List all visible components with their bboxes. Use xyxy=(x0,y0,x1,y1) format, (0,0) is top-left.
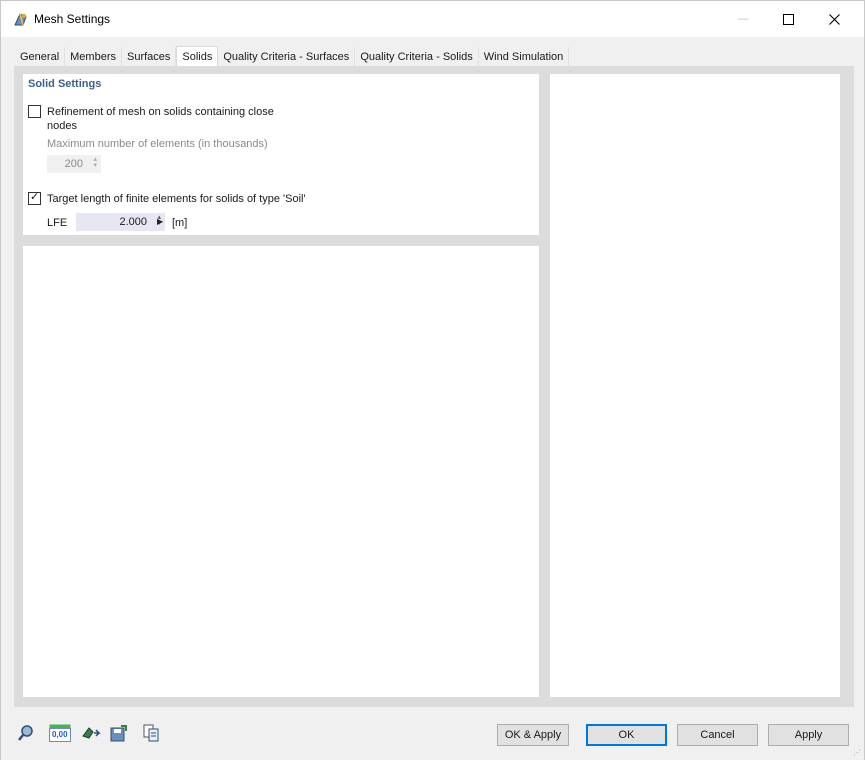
minimize-icon: — xyxy=(737,13,749,25)
section-title: Solid Settings xyxy=(28,78,102,90)
tab-surfaces[interactable]: Surfaces xyxy=(121,47,177,67)
ok-button[interactable]: OK xyxy=(586,724,667,746)
lower-empty-panel xyxy=(23,246,539,697)
numeric-display-icon[interactable]: 0,00 xyxy=(49,724,71,742)
tab-quality-criteria-surfaces[interactable]: Quality Criteria - Surfaces xyxy=(218,47,356,67)
tab-solids[interactable]: Solids xyxy=(176,46,219,67)
target-length-checkbox[interactable]: ✓ xyxy=(28,191,41,205)
expand-arrow-icon[interactable]: ▶ xyxy=(157,217,163,226)
numeric-display-text: 0,00 xyxy=(52,730,68,739)
tab-bar: General Members Surfaces Solids Quality … xyxy=(15,46,570,67)
tab-quality-criteria-solids[interactable]: Quality Criteria - Solids xyxy=(355,47,479,67)
close-button[interactable] xyxy=(811,1,857,37)
save-settings-icon[interactable] xyxy=(109,724,129,742)
maximize-icon xyxy=(782,13,794,25)
lfe-input[interactable]: 2.000 ▴ ▾ xyxy=(76,213,165,231)
tab-general[interactable]: General xyxy=(15,47,66,67)
window-title: Mesh Settings xyxy=(34,12,111,26)
title-bar[interactable]: Mesh Settings — xyxy=(1,1,864,37)
right-preview-panel xyxy=(550,74,840,697)
refinement-label-line2: nodes xyxy=(47,120,77,132)
copy-table-icon[interactable] xyxy=(142,724,162,742)
maximize-button[interactable] xyxy=(765,1,811,37)
refinement-checkbox[interactable] xyxy=(28,105,41,118)
max-elements-label: Maximum number of elements (in thousands… xyxy=(47,138,268,150)
cancel-button[interactable]: Cancel xyxy=(677,724,758,746)
mesh-settings-app-icon xyxy=(14,13,27,26)
refinement-label-line1: Refinement of mesh on solids containing … xyxy=(47,106,274,118)
lfe-value: 2.000 xyxy=(119,216,147,228)
solid-settings-panel: Solid Settings Refinement of mesh on sol… xyxy=(23,74,539,235)
tab-wind-simulation[interactable]: Wind Simulation xyxy=(478,47,570,67)
lfe-unit: [m] xyxy=(172,217,188,229)
max-elements-value: 200 xyxy=(64,158,83,170)
spinner-arrows-icon[interactable]: ▴ ▾ xyxy=(93,156,97,169)
tab-members[interactable]: Members xyxy=(65,47,122,67)
search-zoom-icon[interactable] xyxy=(16,724,36,742)
minimize-button[interactable]: — xyxy=(720,1,766,37)
max-elements-spinner[interactable]: 200 ▴ ▾ xyxy=(47,155,101,173)
ok-apply-button[interactable]: OK & Apply xyxy=(497,724,569,746)
model-arrow-icon[interactable] xyxy=(81,724,101,742)
mesh-settings-window: Mesh Settings — General Members Surfaces… xyxy=(0,0,865,760)
close-icon xyxy=(828,13,840,25)
resize-grip-icon[interactable]: ⋰ xyxy=(853,748,861,757)
tab-content-area: Solid Settings Refinement of mesh on sol… xyxy=(14,66,854,707)
target-length-label: Target length of finite elements for sol… xyxy=(47,193,306,205)
checkmark-icon: ✓ xyxy=(30,191,40,203)
lfe-label: LFE xyxy=(47,217,68,229)
apply-button[interactable]: Apply xyxy=(768,724,849,746)
dialog-footer: 0,00 OK & Apply OK Cancel Apply ⋰ xyxy=(1,710,864,760)
